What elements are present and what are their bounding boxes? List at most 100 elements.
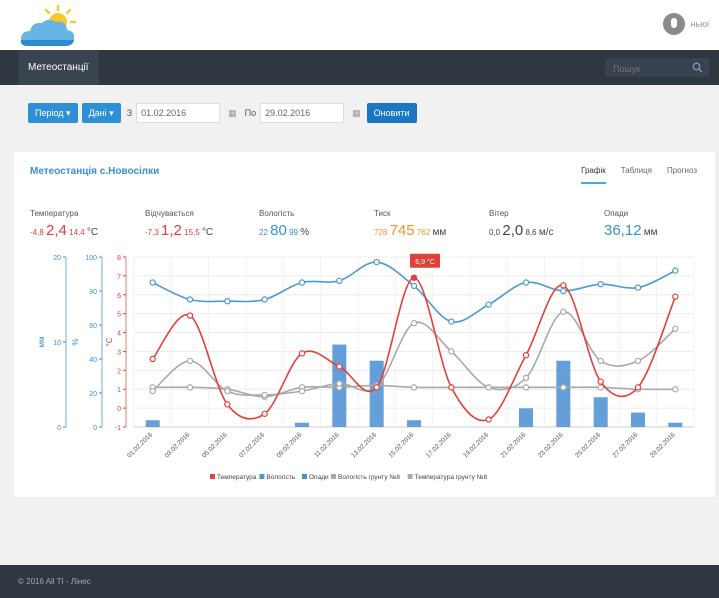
- precip-axis-tick-label: 10: [53, 340, 61, 347]
- period-dropdown[interactable]: Період ▾: [28, 103, 78, 123]
- temp-axis-tick-label: 1: [117, 387, 121, 394]
- user-menu[interactable]: ньюі: [662, 13, 709, 35]
- series-point: [672, 325, 679, 332]
- humidity-axis-tick-label: 0: [93, 425, 97, 432]
- series-point: [485, 384, 492, 391]
- precip-bar: [519, 408, 533, 427]
- series-point: [261, 391, 268, 399]
- calendar-icon[interactable]: ▦: [228, 108, 237, 119]
- series-point: [298, 350, 306, 357]
- main-nav: Метеостанції: [0, 50, 719, 85]
- series-point: [448, 384, 455, 391]
- legend-label: Вологість: [266, 473, 295, 481]
- series-point: [336, 277, 343, 285]
- x-tick-label: 07.02.2016: [238, 431, 266, 459]
- legend-swatch: [331, 474, 336, 479]
- temp-axis-tick-label: 8: [117, 255, 121, 262]
- search-icon[interactable]: [692, 62, 703, 73]
- x-tick-label: 09.02.2016: [275, 431, 303, 459]
- tooltip-label: 6,9 °C: [415, 258, 435, 266]
- humidity-axis-title: %: [71, 338, 80, 345]
- calendar-icon[interactable]: ▦: [352, 108, 361, 119]
- to-date-input[interactable]: 29.02.2016: [260, 103, 345, 123]
- series-point: [522, 384, 530, 391]
- series-point: [522, 279, 530, 286]
- refresh-button[interactable]: Оновити: [366, 103, 417, 123]
- series-point: [560, 282, 567, 289]
- series-point: [522, 374, 530, 382]
- x-tick-label: 17.02.2016: [425, 431, 453, 459]
- precip-bar: [295, 422, 309, 427]
- x-tick-label: 15.02.2016: [387, 431, 415, 459]
- temp-axis-title: °C: [105, 337, 114, 346]
- x-tick-label: 25.02.2016: [574, 431, 602, 459]
- precip-bar: [668, 422, 683, 427]
- legend-swatch: [210, 474, 215, 479]
- series-point: [634, 357, 642, 365]
- series-point: [522, 352, 530, 359]
- temp-axis-tick-label: 5: [117, 312, 121, 319]
- temp-axis-tick-label: 6: [117, 293, 121, 300]
- series-point: [224, 401, 231, 408]
- series-point: [149, 387, 156, 395]
- series-point: [261, 410, 268, 417]
- x-tick-label: 13.02.2016: [350, 431, 378, 459]
- humidity-axis-tick-label: 40: [89, 357, 97, 364]
- temp-axis-tick-label: 0: [117, 406, 121, 413]
- series-point: [634, 384, 642, 391]
- user-name[interactable]: ньюі: [691, 19, 709, 29]
- x-tick-label: 21.02.2016: [499, 431, 527, 459]
- series-point: [448, 318, 455, 325]
- series-point: [597, 357, 604, 365]
- series-point: [634, 284, 642, 291]
- x-tick-label: 03.02.2016: [163, 431, 191, 459]
- series-point: [410, 282, 418, 290]
- series-point: [410, 384, 418, 391]
- series-point: [597, 280, 604, 288]
- tooltip-point: [411, 274, 417, 281]
- search-input[interactable]: [605, 58, 695, 79]
- precip-bar: [593, 397, 608, 427]
- precip-bar: [631, 412, 645, 427]
- humidity-axis-tick-label: 20: [89, 391, 97, 398]
- series-point: [149, 279, 156, 286]
- x-tick-label: 11.02.2016: [313, 431, 341, 459]
- series-point: [224, 387, 231, 395]
- filter-bar: Період ▾ Дані ▾ З 01.02.2016 ▦ По 29.02.…: [28, 103, 417, 123]
- x-tick-label: 27.02.2016: [611, 431, 639, 459]
- series-line: [152, 261, 676, 323]
- series-point: [224, 297, 231, 305]
- temp-axis-tick-label: 2: [117, 368, 121, 375]
- precip-bar: [407, 420, 421, 427]
- temp-axis-tick-label: 7: [117, 274, 121, 281]
- series-point: [186, 357, 194, 365]
- from-label: З: [126, 108, 133, 118]
- series-point: [298, 387, 306, 395]
- weather-logo-icon[interactable]: [20, 4, 84, 50]
- x-tick-label: 23.02.2016: [537, 431, 565, 459]
- user-avatar[interactable]: [662, 13, 685, 35]
- x-tick-label: 29.02.2016: [649, 431, 677, 459]
- series-point: [336, 380, 343, 387]
- series-point: [186, 312, 194, 319]
- footer: © 2016 All TI - Лінес: [0, 565, 719, 598]
- series-point: [149, 355, 156, 363]
- series-point: [261, 296, 268, 303]
- series-point: [186, 384, 194, 391]
- series-point: [448, 348, 455, 355]
- nav-item-meteostations[interactable]: Метеостанції: [18, 50, 99, 85]
- series-point: [298, 279, 306, 286]
- from-date-input[interactable]: 01.02.2016: [136, 103, 221, 123]
- search-box[interactable]: [605, 58, 709, 79]
- weather-chart: 0 10 20 0 20 40 60 80 100 -1 0 1 2 3 4 5 6 7 8 мм% °C 01.02.2…: [37, 253, 695, 481]
- to-label: По: [244, 108, 257, 118]
- legend-swatch: [407, 474, 413, 479]
- series-point: [373, 258, 380, 266]
- precip-bar: [556, 360, 571, 427]
- top-bar: ньюі: [0, 0, 719, 50]
- humidity-axis-tick-label: 80: [89, 289, 97, 296]
- series-point: [186, 296, 194, 303]
- data-dropdown[interactable]: Дані ▾: [81, 103, 121, 123]
- temp-axis-tick-label: 4: [117, 331, 121, 338]
- legend-label: Температура: [217, 474, 257, 481]
